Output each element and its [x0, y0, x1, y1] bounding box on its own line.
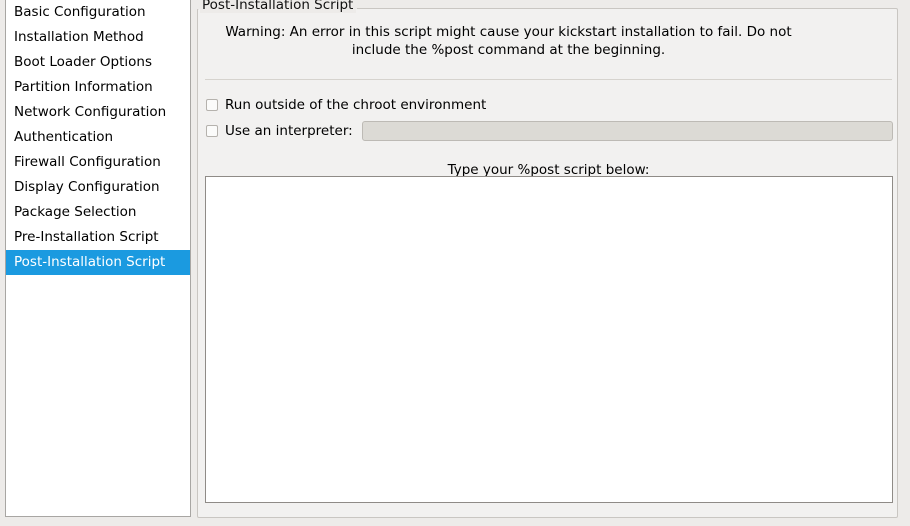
post-installation-script-groupbox: Warning: An error in this script might c…	[197, 8, 898, 518]
interpreter-checkbox-label: Use an interpreter:	[225, 123, 353, 139]
interpreter-checkbox-row[interactable]: Use an interpreter:	[206, 121, 893, 141]
groupbox-title: Post-Installation Script	[200, 0, 357, 13]
sidebar-item-pre-installation-script[interactable]: Pre-Installation Script	[6, 225, 190, 250]
sidebar-item-installation-method[interactable]: Installation Method	[6, 25, 190, 50]
kickstart-configurator-window: Basic Configuration Installation Method Bo…	[0, 0, 910, 526]
groupbox-content: Warning: An error in this script might c…	[198, 9, 897, 517]
chroot-checkbox-label: Run outside of the chroot environment	[225, 97, 487, 113]
horizontal-separator	[205, 79, 892, 80]
sidebar-list[interactable]: Basic Configuration Installation Method Bo…	[6, 0, 190, 275]
sidebar-item-post-installation-script[interactable]: Post-Installation Script	[6, 250, 190, 275]
sidebar-item-boot-loader-options[interactable]: Boot Loader Options	[6, 50, 190, 75]
sidebar-item-partition-information[interactable]: Partition Information	[6, 75, 190, 100]
sidebar-item-authentication[interactable]: Authentication	[6, 125, 190, 150]
chroot-checkbox-row[interactable]: Run outside of the chroot environment	[206, 96, 486, 114]
sidebar-item-firewall-configuration[interactable]: Firewall Configuration	[6, 150, 190, 175]
interpreter-input[interactable]	[361, 121, 893, 141]
warning-message: Warning: An error in this script might c…	[225, 24, 792, 58]
checkbox-icon-chroot[interactable]	[206, 99, 218, 111]
sidebar-item-basic-configuration[interactable]: Basic Configuration	[6, 0, 190, 25]
sidebar-panel: Basic Configuration Installation Method Bo…	[5, 0, 191, 517]
sidebar-item-package-selection[interactable]: Package Selection	[6, 200, 190, 225]
sidebar-item-network-configuration[interactable]: Network Configuration	[6, 100, 190, 125]
post-script-textarea[interactable]	[205, 176, 893, 503]
checkbox-icon-interpreter[interactable]	[206, 125, 218, 137]
sidebar-item-display-configuration[interactable]: Display Configuration	[6, 175, 190, 200]
